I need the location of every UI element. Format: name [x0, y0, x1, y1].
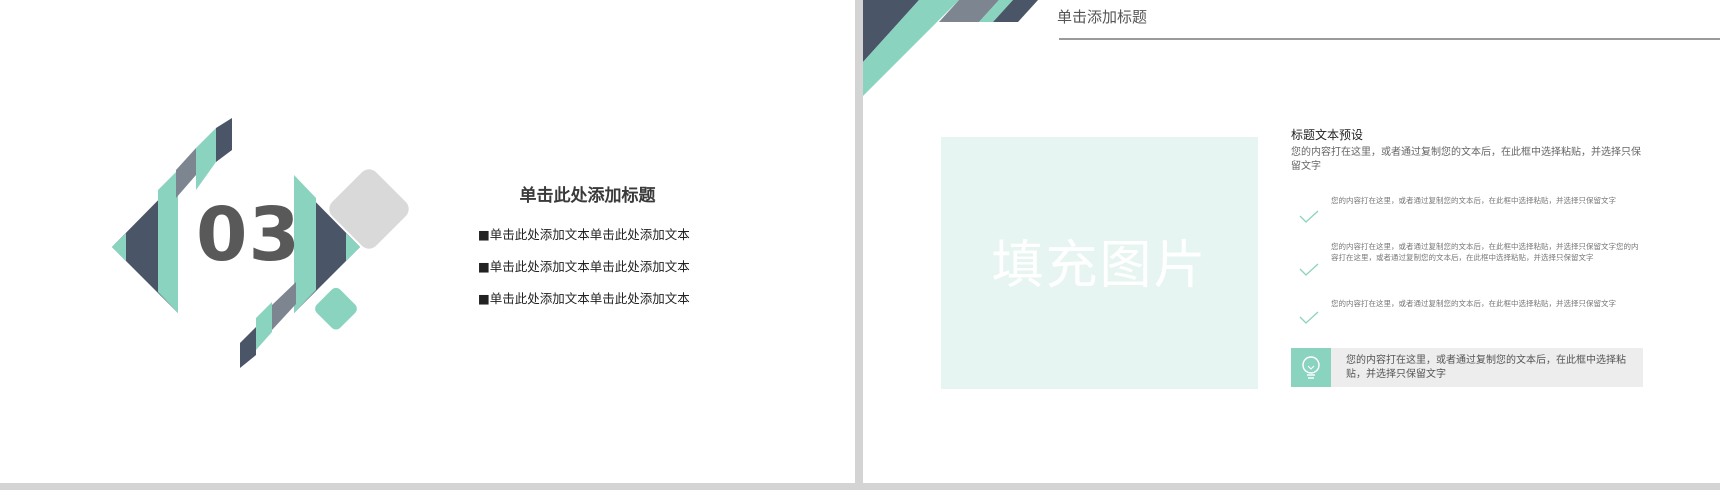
bottom-stripe-shape: [240, 327, 256, 368]
tip-box: 您的内容打在这里，或者通过复制您的文本后，在此框中选择粘贴，并选择只保留文字: [1291, 348, 1643, 387]
check-icon: [1299, 263, 1319, 276]
bullet-text[interactable]: ■单击此处添加文本单击此处添加文本: [478, 256, 690, 275]
checklist-item[interactable]: 您的内容打在这里，或者通过复制您的文本后，在此框中选择粘贴，并选择只保留文字: [1331, 195, 1643, 206]
bullet-text[interactable]: ■单击此处添加文本单击此处添加文本: [478, 288, 690, 307]
text-description[interactable]: 您的内容打在这里，或者通过复制您的文本后，在此框中选择粘贴，并选择只保留文字: [1291, 146, 1641, 174]
tip-text[interactable]: 您的内容打在这里，或者通过复制您的文本后，在此框中选择粘贴，并选择只保留文字: [1346, 354, 1636, 382]
text-heading[interactable]: 标题文本预设: [1291, 126, 1363, 143]
section-graphic: [112, 118, 409, 368]
top-stripe-shape: [176, 148, 196, 198]
slide-content: 单击添加标题 填充图片 标题文本预设 您的内容打在这里，或者通过复制您的文本后，…: [863, 0, 1720, 483]
slide-title[interactable]: 单击添加标题: [1057, 6, 1147, 27]
image-placeholder[interactable]: 填充图片: [941, 137, 1258, 389]
check-icon: [1299, 210, 1319, 223]
title-divider: [1059, 38, 1720, 40]
tip-icon-box: [1291, 348, 1331, 387]
checklist-item[interactable]: 您的内容打在这里，或者通过复制您的文本后，在此框中选择粘贴，并选择只保留文字您的…: [1331, 241, 1643, 263]
bullet-text[interactable]: ■单击此处添加文本单击此处添加文本: [478, 224, 690, 243]
slide-section-divider: 03 单击此处添加标题 ■单击此处添加文本单击此处添加文本 ■单击此处添加文本单…: [0, 0, 855, 483]
check-icon: [1299, 311, 1319, 324]
checklist-item[interactable]: 您的内容打在这里，或者通过复制您的文本后，在此框中选择粘贴，并选择只保留文字: [1331, 298, 1643, 309]
section-title[interactable]: 单击此处添加标题: [445, 181, 730, 206]
section-number: 03: [196, 192, 301, 278]
image-placeholder-label: 填充图片: [991, 236, 1208, 296]
lightbulb-icon: [1302, 356, 1320, 379]
mint-diamond-shape: [315, 287, 357, 330]
